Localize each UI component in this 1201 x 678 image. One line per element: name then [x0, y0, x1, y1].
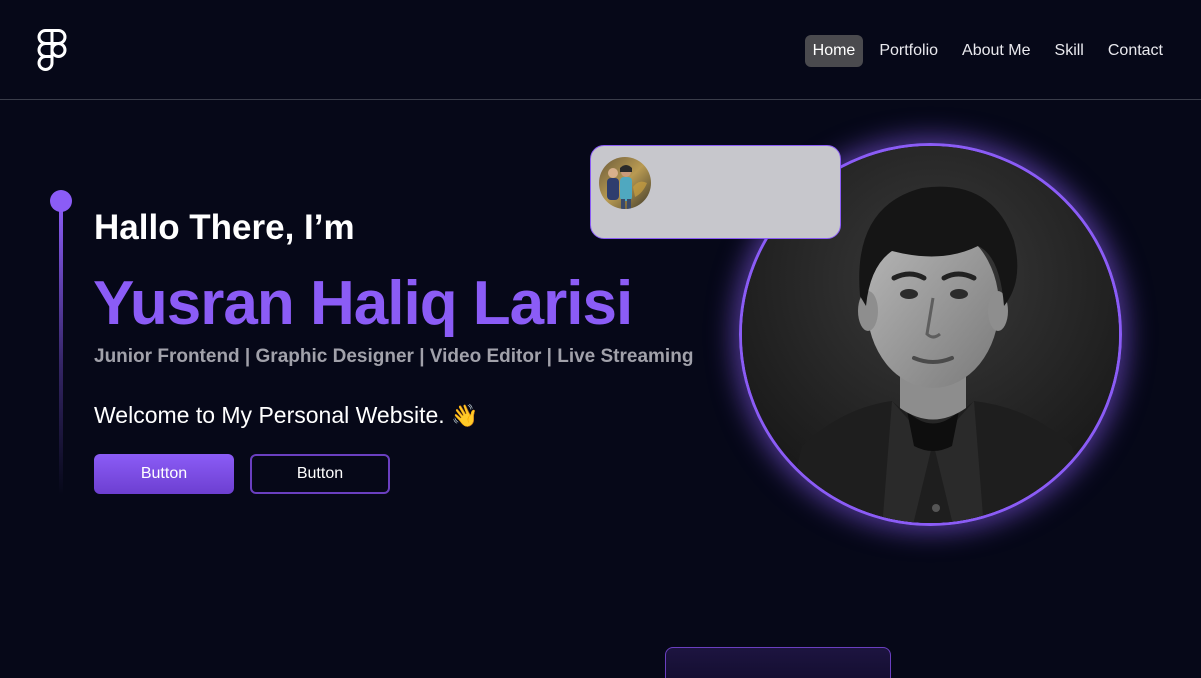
- secondary-button[interactable]: Button: [250, 454, 390, 494]
- hero-roles: Junior Frontend | Graphic Designer | Vid…: [94, 346, 694, 367]
- main-nav: Home Portfolio About Me Skill Contact: [804, 35, 1171, 67]
- hero-greeting: Hallo There, I’m: [94, 208, 355, 247]
- bottom-card: [665, 647, 891, 678]
- nav-about-me[interactable]: About Me: [954, 35, 1038, 67]
- waving-hand-icon: 👋: [451, 403, 479, 428]
- hero-welcome: Welcome to My Personal Website. 👋: [94, 402, 478, 429]
- nav-portfolio[interactable]: Portfolio: [871, 35, 946, 67]
- site-header: Home Portfolio About Me Skill Contact: [0, 0, 1201, 100]
- hero-name: Yusran Haliq Larisi: [93, 269, 633, 338]
- welcome-text: Welcome to My Personal Website.: [94, 402, 445, 428]
- timeline-line: [59, 205, 63, 495]
- card-avatar: [599, 157, 651, 209]
- primary-button[interactable]: Button: [94, 454, 234, 494]
- card-avatar-image: [599, 157, 651, 209]
- nav-skill[interactable]: Skill: [1047, 35, 1092, 67]
- figma-logo-icon[interactable]: [36, 29, 68, 71]
- page: Home Portfolio About Me Skill Contact Ha…: [0, 0, 1201, 678]
- floating-card: [590, 145, 841, 239]
- nav-contact[interactable]: Contact: [1100, 35, 1171, 67]
- nav-home[interactable]: Home: [804, 35, 864, 67]
